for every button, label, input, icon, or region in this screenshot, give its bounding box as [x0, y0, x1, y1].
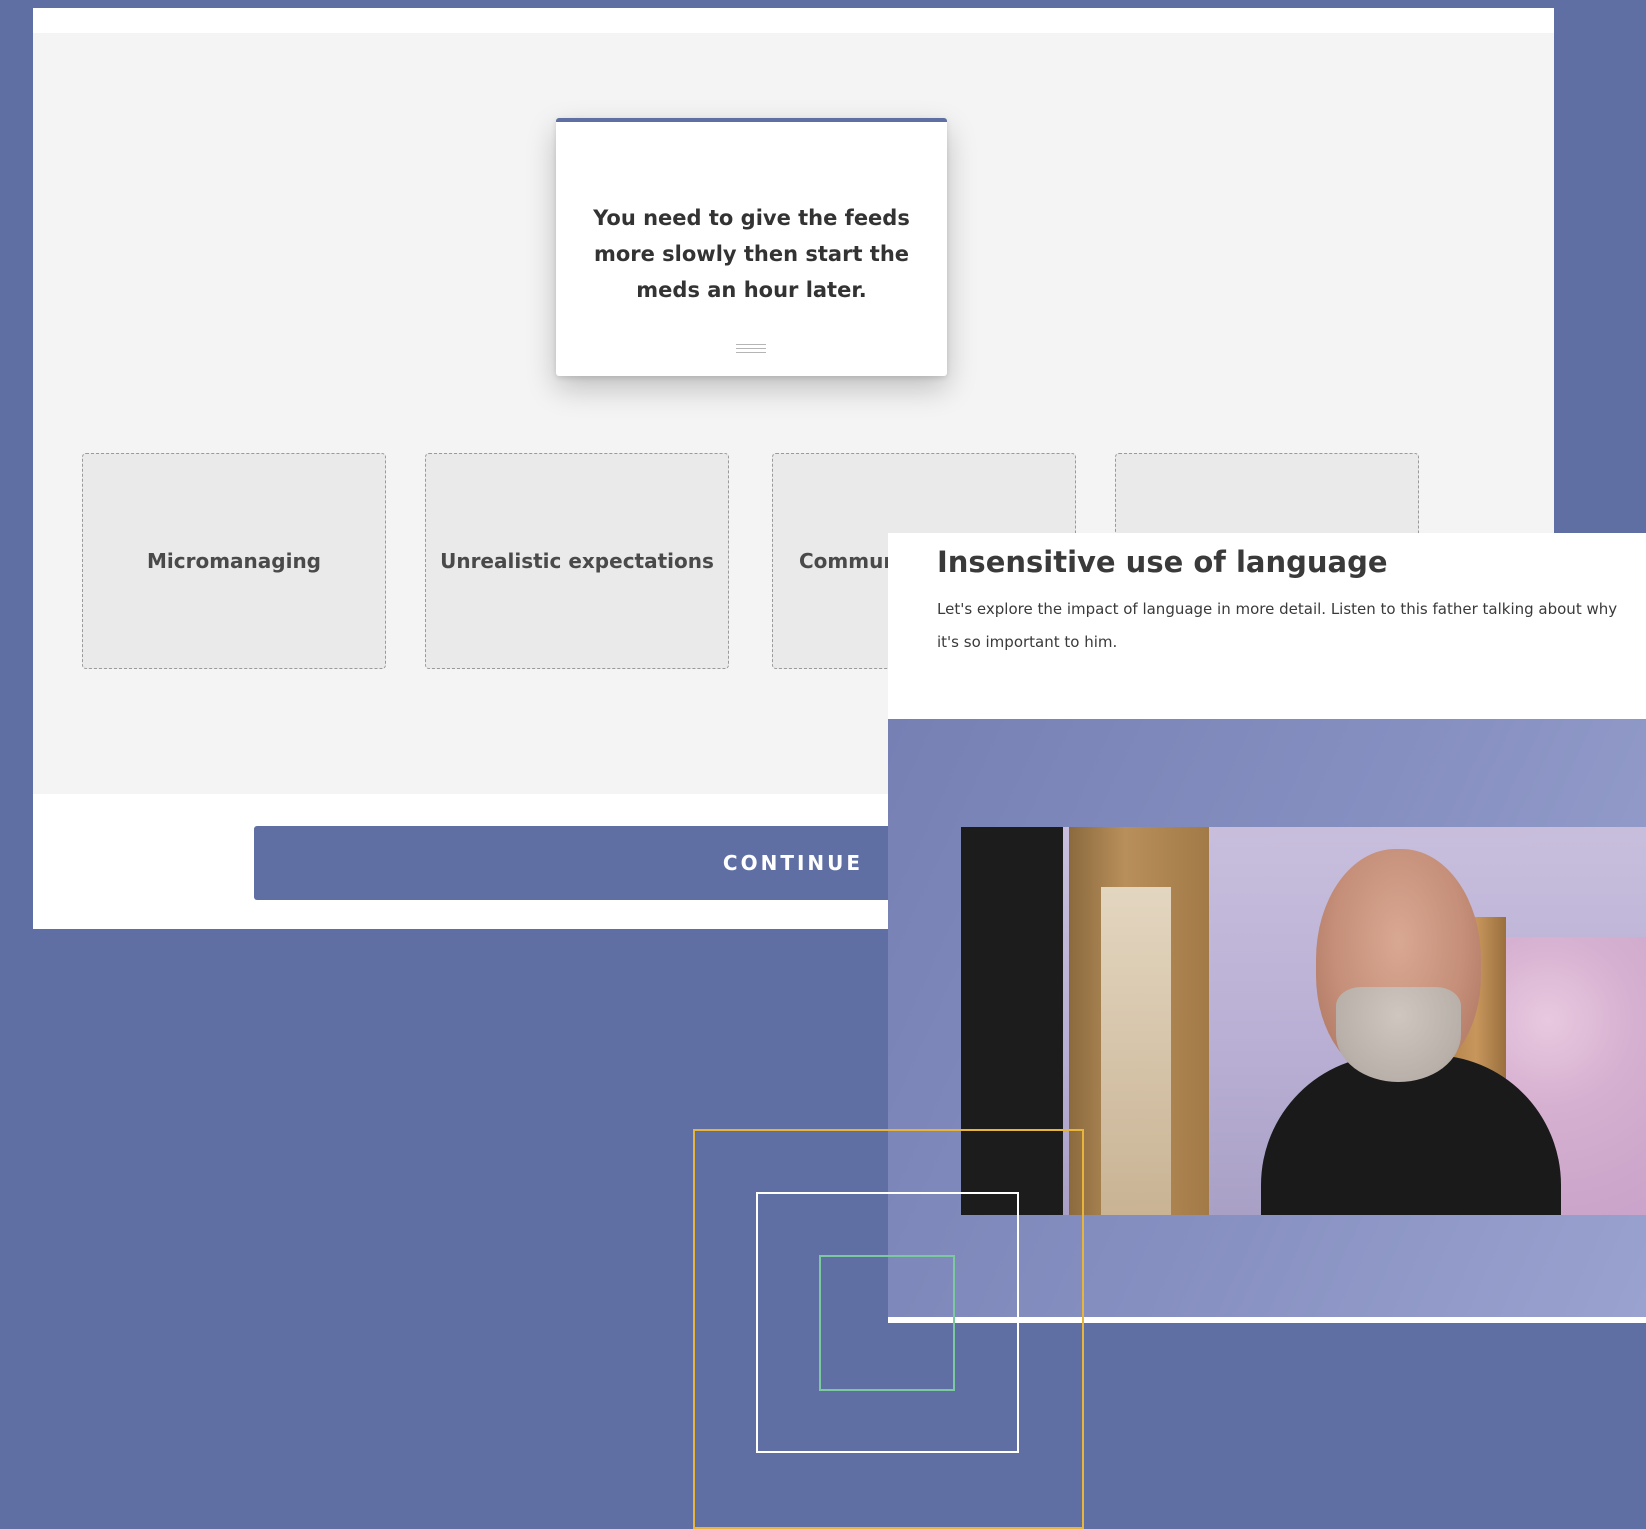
lesson-description: Let's explore the impact of language in … [937, 600, 1618, 651]
drop-zone-micromanaging[interactable]: Micromanaging [82, 453, 386, 669]
lesson-title: Insensitive use of language [937, 545, 1388, 579]
drop-zone-unrealistic-expectations[interactable]: Unrealistic expectations [425, 453, 729, 669]
statement-text: You need to give the feeds more slowly t… [593, 206, 910, 302]
draggable-statement-card[interactable]: You need to give the feeds more slowly t… [556, 118, 947, 376]
video-person-beard [1336, 987, 1461, 1082]
drop-zone-label: Unrealistic expectations [440, 549, 714, 573]
drop-zone-label: Micromanaging [146, 549, 321, 573]
decorative-square-green [819, 1255, 955, 1391]
video-doorway [1101, 887, 1171, 1215]
drag-handle-icon[interactable] [736, 344, 766, 353]
